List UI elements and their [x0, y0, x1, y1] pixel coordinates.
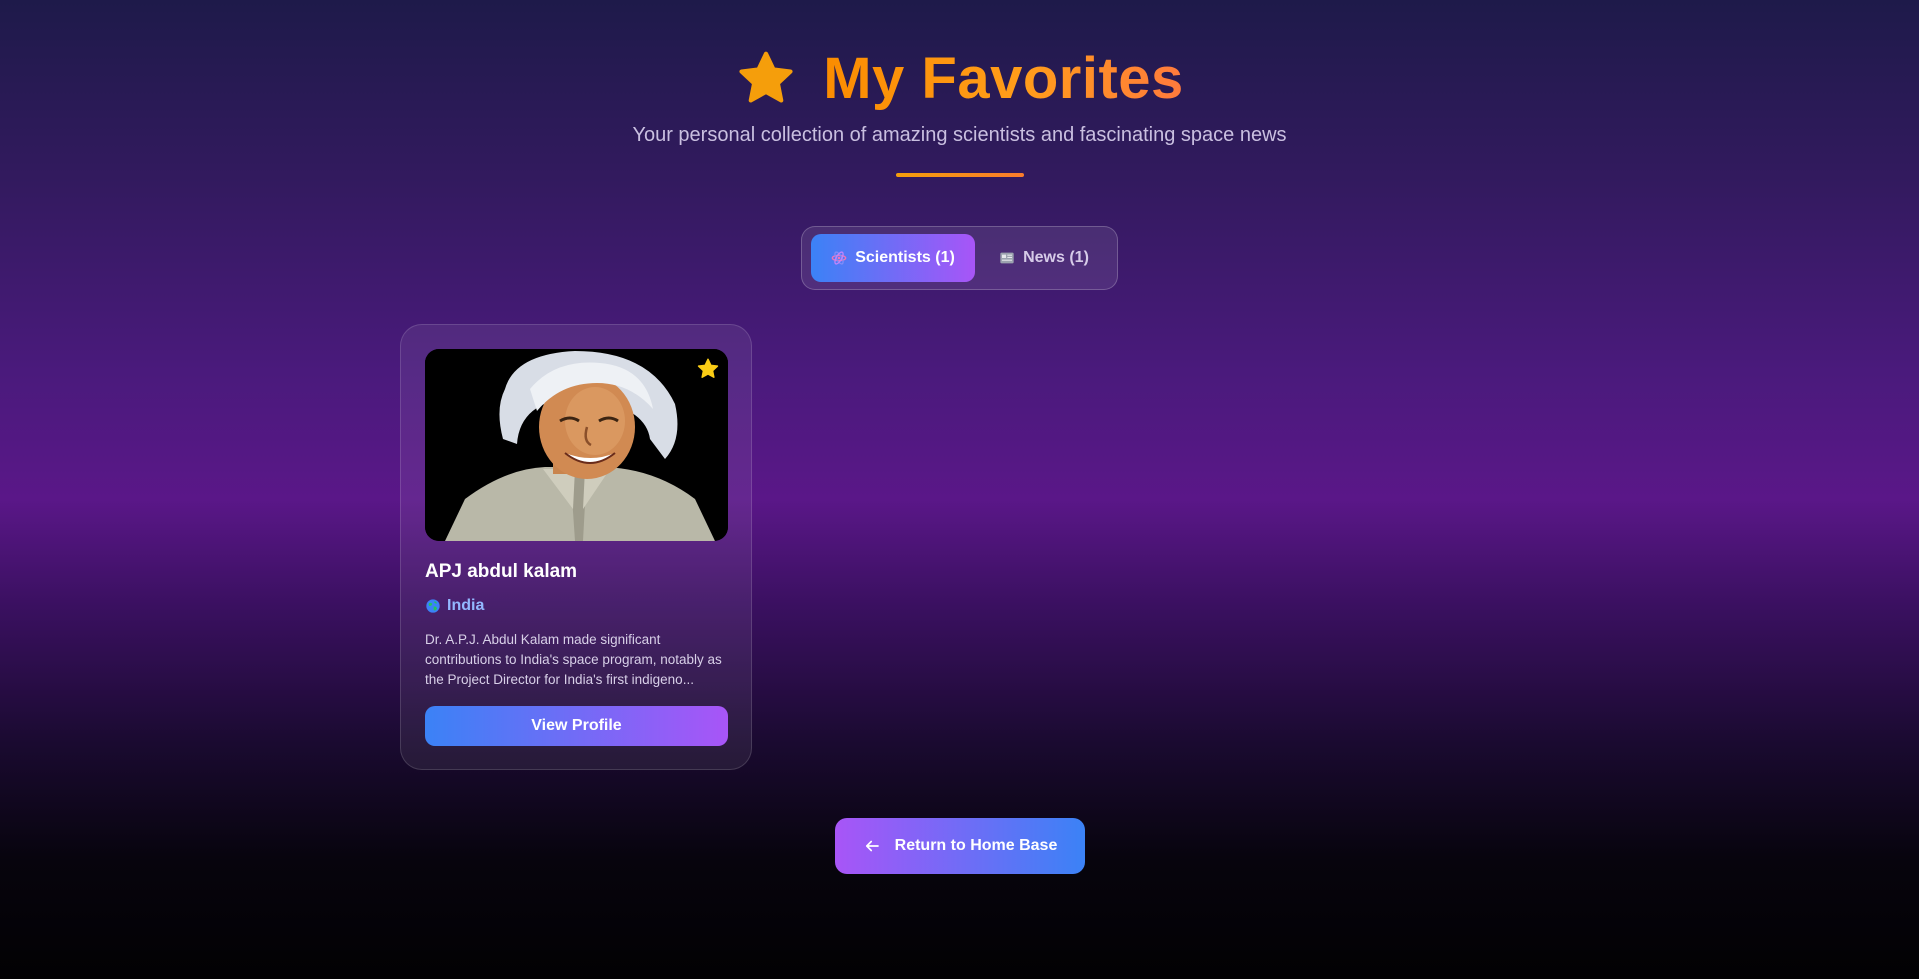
page-title: My Favorites: [823, 44, 1184, 114]
favorite-star-icon[interactable]: [696, 357, 720, 381]
scientist-name: APJ abdul kalam: [425, 561, 578, 582]
return-home-button[interactable]: Return to Home Base: [835, 818, 1085, 874]
atom-icon: [831, 251, 847, 265]
tab-news-label: News (1): [1023, 249, 1089, 266]
tab-scientists[interactable]: Scientists (1): [811, 234, 975, 282]
arrow-left-icon: [865, 840, 879, 852]
title-row: My Favorites: [0, 44, 1919, 114]
portrait-illustration: [425, 349, 728, 541]
globe-icon: [426, 599, 440, 613]
tab-scientists-label: Scientists (1): [855, 249, 955, 266]
favorites-tabs: Scientists (1) News (1): [801, 226, 1118, 290]
view-profile-button[interactable]: View Profile: [425, 706, 728, 746]
scientist-portrait[interactable]: [425, 349, 728, 541]
return-home-label: Return to Home Base: [894, 837, 1058, 854]
scientist-country-label: India: [447, 597, 485, 614]
page-subtitle: Your personal collection of amazing scie…: [632, 124, 1287, 146]
scientist-description: Dr. A.P.J. Abdul Kalam made significant …: [425, 632, 722, 687]
scientist-card: APJ abdul kalam India Dr. A.P.J. Abdul K…: [400, 324, 752, 770]
scientist-country: India: [425, 597, 484, 615]
title-divider: [896, 173, 1024, 177]
newspaper-icon: [1000, 252, 1014, 264]
tab-news[interactable]: News (1): [983, 234, 1105, 282]
star-icon: [739, 51, 793, 103]
